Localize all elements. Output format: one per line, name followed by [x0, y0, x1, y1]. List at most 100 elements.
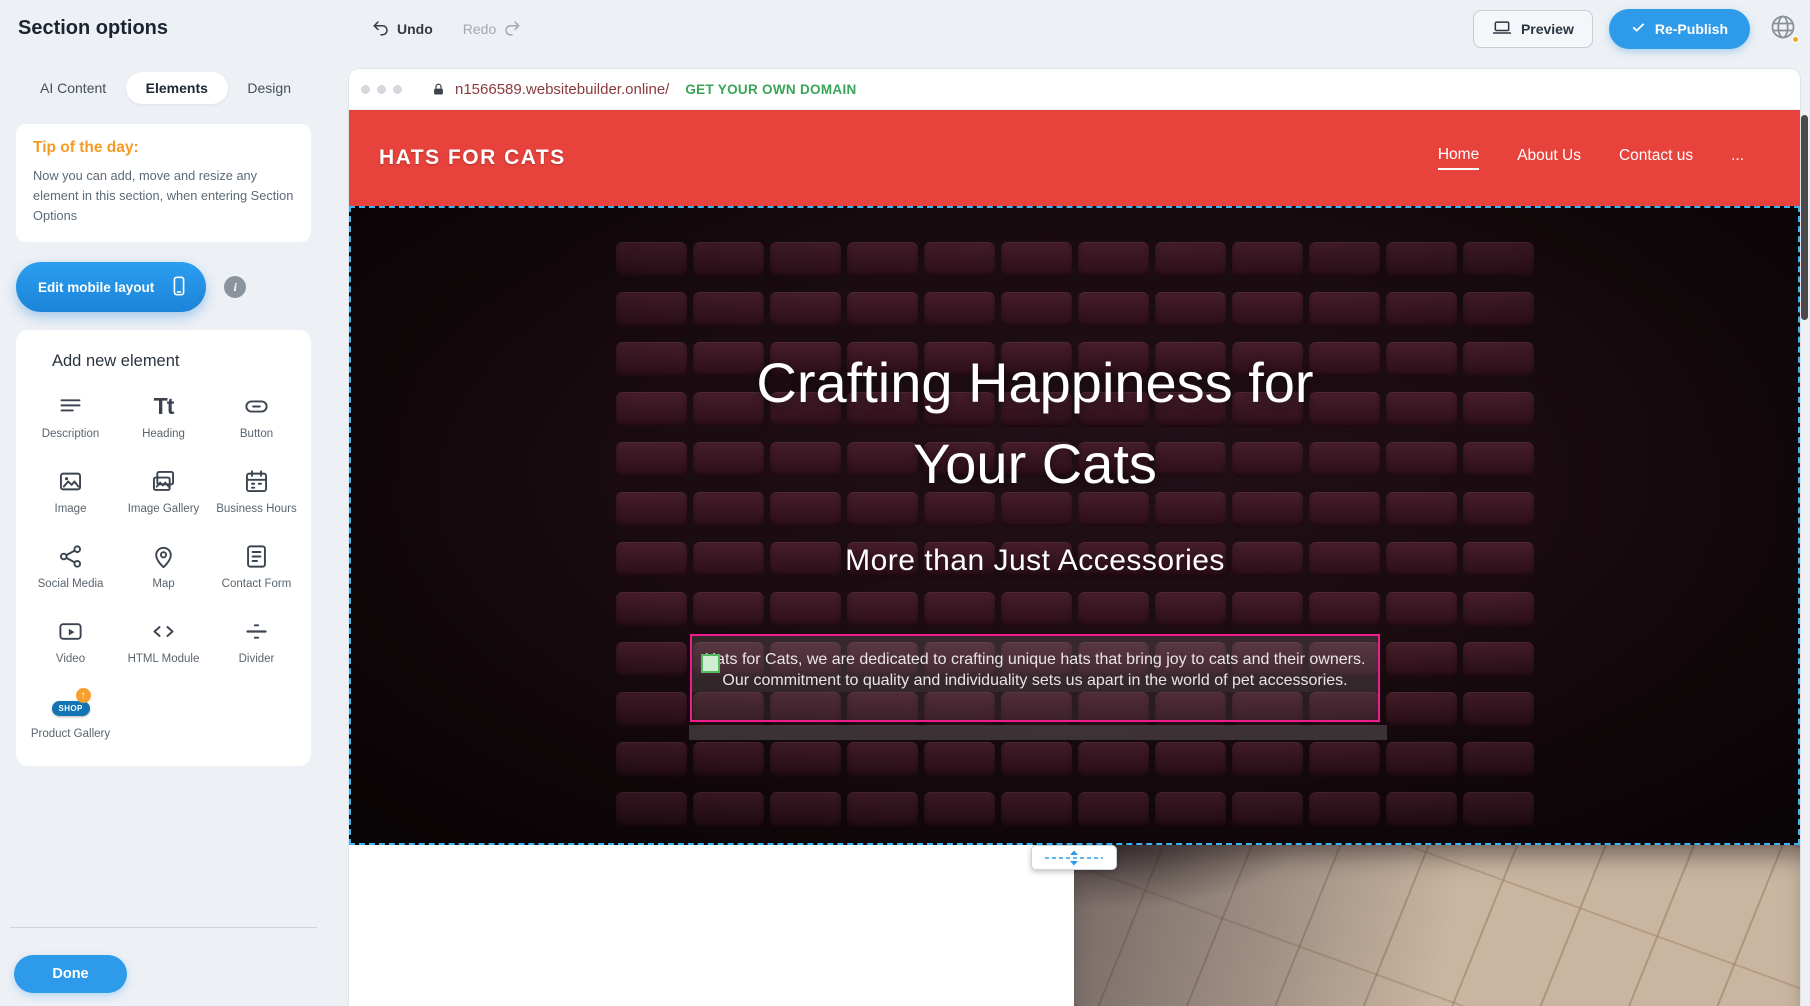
tab-ai-content[interactable]: AI Content [40, 72, 106, 104]
language-globe-button[interactable] [1766, 12, 1800, 46]
add-element-video[interactable]: Video [24, 604, 117, 675]
republish-label: Re-Publish [1655, 21, 1728, 37]
tip-title: Tip of the day: [33, 139, 294, 157]
app: Section options Undo Redo Preview [0, 0, 1810, 1006]
add-element-panel: Add new element Description Tt Heading Butt… [16, 330, 311, 766]
nav-item-contact-us[interactable]: Contact us [1619, 147, 1693, 169]
sidebar-divider [10, 927, 317, 928]
redo-icon [503, 19, 521, 40]
element-label: Social Media [38, 577, 104, 592]
element-label: Button [240, 427, 273, 442]
tab-elements[interactable]: Elements [126, 72, 228, 104]
hero-paragraph[interactable]: Hats for Cats, we are dedicated to craft… [692, 636, 1378, 692]
add-element-social-media[interactable]: Social Media [24, 529, 117, 600]
history-controls: Undo Redo [372, 0, 521, 58]
nav-item-more[interactable]: ... [1731, 147, 1744, 169]
site-nav: Home About Us Contact us... [1438, 146, 1744, 170]
hero-content: Crafting Happiness for Your Cats More th… [349, 206, 1800, 845]
add-element-map[interactable]: Map [117, 529, 210, 600]
site-header: HATS FOR CATS Home About Us Contact us... [349, 110, 1800, 206]
window-dot [377, 85, 386, 94]
element-label: Image [55, 502, 87, 517]
add-element-business-hours[interactable]: Business Hours [210, 454, 303, 525]
element-label: Contact Form [222, 577, 292, 592]
element-label: Heading [142, 427, 185, 442]
element-grid: Description Tt Heading Button Image Image Gal… [24, 379, 303, 750]
image-icon [57, 466, 84, 496]
divider-icon [243, 616, 270, 646]
element-label: HTML Module [128, 652, 200, 667]
social-media-icon [57, 541, 84, 571]
page-title: Section options [18, 17, 168, 40]
add-element-heading[interactable]: Tt Heading [117, 379, 210, 450]
topbar: Section options Undo Redo Preview [0, 0, 1810, 58]
element-label: Image Gallery [128, 502, 200, 517]
add-element-description[interactable]: Description [24, 379, 117, 450]
done-button[interactable]: Done [14, 955, 127, 993]
check-icon [1631, 20, 1646, 38]
mobile-layout-row: Edit mobile layout i [16, 262, 311, 312]
window-dot [361, 85, 370, 94]
selected-text-element[interactable]: Hats for Cats, we are dedicated to craft… [690, 634, 1380, 722]
map-icon [150, 541, 177, 571]
hero-heading[interactable]: Crafting Happiness for Your Cats [705, 342, 1365, 504]
product-gallery-icon: SHOP↑ [49, 691, 93, 721]
site-logo[interactable]: HATS FOR CATS [379, 146, 566, 170]
add-element-html-module[interactable]: HTML Module [117, 604, 210, 675]
site-url[interactable]: n1566589.websitebuilder.online/ [455, 81, 669, 98]
add-element-divider[interactable]: Divider [210, 604, 303, 675]
element-shadow-bar [689, 725, 1387, 740]
undo-label: Undo [397, 21, 433, 37]
add-element-product-gallery[interactable]: SHOP↑ Product Gallery [24, 679, 117, 750]
add-element-contact-form[interactable]: Contact Form [210, 529, 303, 600]
element-label: Divider [239, 652, 275, 667]
tip-card: Tip of the day: Now you can add, move an… [16, 124, 311, 242]
add-element-image-gallery[interactable]: Image Gallery [117, 454, 210, 525]
element-label: Business Hours [216, 502, 297, 517]
element-label: Description [42, 427, 100, 442]
info-icon[interactable]: i [224, 276, 246, 298]
canvas-area: n1566589.websitebuilder.online/ GET YOUR… [327, 58, 1810, 1006]
topbar-actions: Preview Re-Publish [1473, 0, 1800, 58]
edit-mobile-layout-button[interactable]: Edit mobile layout [16, 262, 206, 312]
preview-label: Preview [1521, 21, 1574, 37]
nav-item-about-us[interactable]: About Us [1517, 147, 1581, 169]
undo-button[interactable]: Undo [372, 19, 433, 40]
scrollbar-thumb[interactable] [1801, 115, 1808, 320]
republish-button[interactable]: Re-Publish [1609, 9, 1750, 49]
hero-subheading[interactable]: More than Just Accessories [845, 544, 1225, 578]
lock-icon [431, 82, 446, 97]
element-label: Product Gallery [31, 727, 110, 742]
video-icon [57, 616, 84, 646]
preview-button[interactable]: Preview [1473, 10, 1593, 48]
section-resize-handle[interactable] [1031, 845, 1117, 870]
element-label: Video [56, 652, 85, 667]
tab-design[interactable]: Design [247, 72, 291, 104]
description-icon [57, 391, 84, 421]
redo-label: Redo [463, 21, 496, 37]
browser-chrome: n1566589.websitebuilder.online/ GET YOUR… [349, 69, 1800, 110]
next-section-image [1074, 845, 1800, 1006]
get-domain-link[interactable]: GET YOUR OWN DOMAIN [685, 82, 856, 97]
phone-icon [168, 275, 190, 300]
redo-button[interactable]: Redo [463, 19, 521, 40]
heading-icon: Tt [154, 391, 174, 421]
html-module-icon [150, 616, 177, 646]
business-hours-icon [243, 466, 270, 496]
hero-section[interactable]: Crafting Happiness for Your Cats More th… [349, 206, 1800, 845]
next-section-left [349, 845, 1074, 1006]
element-corner-handle[interactable] [701, 654, 720, 673]
nav-item-home[interactable]: Home [1438, 146, 1479, 170]
section-options-sidebar: AI Content Elements Design Tip of the day:… [0, 58, 327, 1006]
contact-form-icon [243, 541, 270, 571]
add-element-image[interactable]: Image [24, 454, 117, 525]
notification-dot [1792, 36, 1799, 43]
add-element-title: Add new element [52, 352, 303, 371]
tip-body: Now you can add, move and resize any ele… [33, 166, 294, 225]
edit-mobile-layout-label: Edit mobile layout [38, 280, 154, 295]
window-dot [393, 85, 402, 94]
button-icon [243, 391, 270, 421]
site-preview-window: n1566589.websitebuilder.online/ GET YOUR… [349, 69, 1800, 1006]
image-gallery-icon [150, 466, 177, 496]
add-element-button[interactable]: Button [210, 379, 303, 450]
